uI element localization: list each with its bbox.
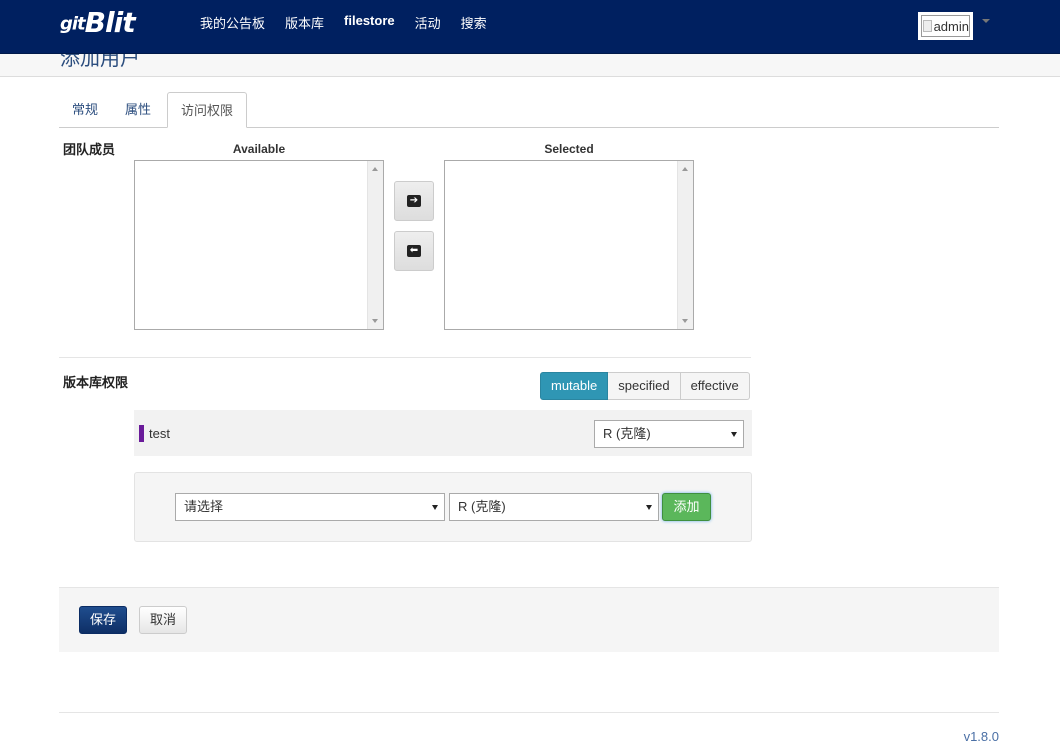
arrow-left-icon: ⬅ — [407, 245, 421, 257]
cancel-button[interactable]: 取消 — [139, 606, 187, 634]
selected-listbox[interactable] — [444, 160, 694, 330]
effective-button[interactable]: effective — [680, 372, 750, 400]
user-avatar[interactable]: admin — [918, 12, 973, 40]
avatar-alt-text: admin — [933, 18, 969, 34]
nav-filestore[interactable]: filestore — [334, 13, 405, 32]
tab-bar: 常规 属性 访问权限 — [59, 92, 999, 128]
section-divider — [59, 357, 751, 358]
broken-image-icon — [923, 20, 932, 32]
top-navbar: gitBlit 我的公告板 版本库 filestore 活动 搜索 admin — [0, 0, 1060, 54]
team-members-label: 团队成员 — [63, 142, 116, 157]
add-permission-button[interactable]: 添加 — [662, 493, 711, 521]
mutable-button[interactable]: mutable — [540, 372, 609, 400]
selected-scrollbar[interactable] — [677, 161, 693, 329]
footer-divider — [59, 712, 999, 713]
repo-permissions-label: 版本库权限 — [63, 375, 129, 390]
scroll-down-icon[interactable] — [372, 319, 378, 323]
save-button[interactable]: 保存 — [79, 606, 127, 634]
arrow-right-icon: ➔ — [407, 195, 421, 207]
user-menu-caret-icon[interactable] — [982, 19, 990, 23]
specified-button[interactable]: specified — [608, 372, 681, 400]
brand-logo[interactable]: gitBlit — [60, 6, 136, 39]
dropdown-arrow-icon — [731, 432, 737, 437]
brand-name: Blit — [84, 6, 136, 39]
nav-search[interactable]: 搜索 — [451, 13, 497, 32]
repo-name: test — [149, 426, 170, 441]
page-header: 添加用户 — [0, 54, 1060, 77]
scroll-up-icon[interactable] — [372, 167, 378, 171]
nav-repositories[interactable]: 版本库 — [275, 13, 334, 32]
repository-select-value: 请选择 — [184, 499, 224, 514]
avatar-broken-image: admin — [921, 15, 970, 37]
nav-dashboard[interactable]: 我的公告板 — [190, 13, 275, 32]
tab-general[interactable]: 常规 — [59, 92, 111, 127]
scroll-up-icon[interactable] — [682, 167, 688, 171]
available-listbox[interactable] — [134, 160, 384, 330]
tab-access-permissions[interactable]: 访问权限 — [167, 92, 248, 128]
dropdown-arrow-icon — [646, 505, 652, 510]
available-title: Available — [232, 142, 286, 156]
move-right-button[interactable]: ➔ — [394, 181, 434, 221]
new-permission-select[interactable]: R (克隆) — [449, 493, 659, 521]
main-nav: 我的公告板 版本库 filestore 活动 搜索 — [190, 13, 497, 32]
version-label: v1.8.0 — [963, 729, 999, 744]
permission-select[interactable]: R (克隆) — [594, 420, 744, 448]
dropdown-arrow-icon — [432, 505, 438, 510]
permission-view-toggle: mutable specified effective — [540, 372, 750, 400]
selected-title: Selected — [544, 142, 594, 156]
available-scrollbar[interactable] — [367, 161, 383, 329]
brand-prefix: git — [60, 13, 86, 35]
form-actions: 保存 取消 — [59, 587, 999, 652]
tab-attributes[interactable]: 属性 — [112, 92, 164, 127]
scroll-down-icon[interactable] — [682, 319, 688, 323]
move-left-button[interactable]: ⬅ — [394, 231, 434, 271]
page-title: 添加用户 — [60, 54, 140, 70]
repository-select[interactable]: 请选择 — [175, 493, 445, 521]
repo-color-marker — [139, 425, 144, 442]
new-permission-select-value: R (克隆) — [458, 499, 506, 514]
nav-activity[interactable]: 活动 — [405, 13, 451, 32]
permission-select-value: R (克隆) — [603, 426, 651, 441]
